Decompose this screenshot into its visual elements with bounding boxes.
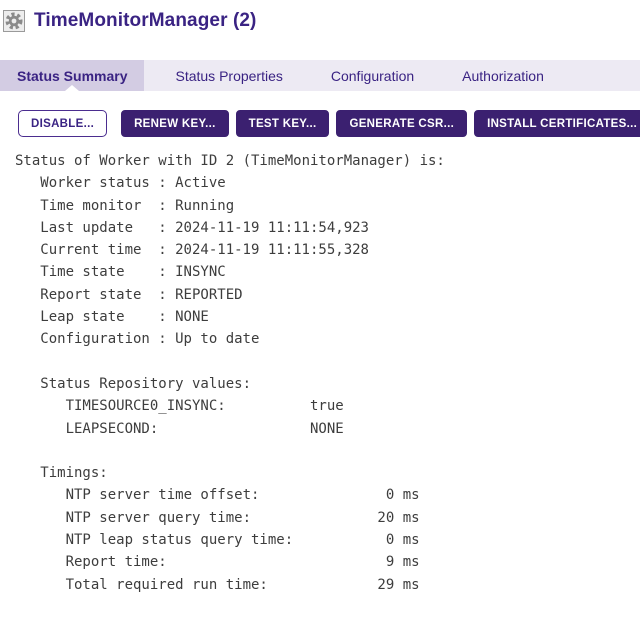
timing-unit: ms (403, 510, 420, 526)
tab-bar: Status Summary Status Properties Configu… (0, 60, 640, 91)
timing-label: NTP leap status query time: (66, 529, 344, 551)
kv-label: Current time (40, 239, 150, 261)
timing-row-ntp-server-query-time: NTP server query time:20 ms (15, 507, 640, 529)
kv-separator: : (150, 284, 175, 306)
timing-value: 29 (344, 574, 395, 596)
timing-value: 9 (344, 551, 395, 573)
timing-label: Total required run time: (66, 574, 344, 596)
timing-unit: ms (403, 554, 420, 570)
toolbar: DISABLE... RENEW KEY... TEST KEY... GENE… (18, 110, 640, 137)
kv-row-current-time: Current time:2024-11-19 11:11:55,328 (15, 239, 640, 261)
header: TimeMonitorManager (2) (0, 2, 640, 40)
tab-configuration[interactable]: Configuration (314, 60, 431, 91)
kv-value: Running (175, 198, 234, 214)
kv-separator: : (150, 217, 175, 239)
kv-separator: : (150, 261, 175, 283)
timing-row-report-time: Report time:9 ms (15, 551, 640, 573)
tab-authorization[interactable]: Authorization (445, 60, 561, 91)
timing-value: 0 (344, 529, 395, 551)
kv-label: Configuration (40, 328, 150, 350)
kv-separator: : (150, 195, 175, 217)
tab-status-properties[interactable]: Status Properties (158, 60, 299, 91)
repo-value: NONE (310, 421, 344, 437)
kv-value: Active (175, 175, 226, 191)
timing-label: NTP server query time: (66, 507, 344, 529)
repo-row-leapsecond: LEAPSECOND:NONE (15, 418, 640, 440)
active-tab-notch (65, 85, 79, 91)
repo-label: TIMESOURCE0_INSYNC: (66, 395, 310, 417)
kv-label: Leap state (40, 306, 150, 328)
kv-label: Last update (40, 217, 150, 239)
kv-value: 2024-11-19 11:11:54,923 (175, 220, 369, 236)
test-key-button[interactable]: TEST KEY... (236, 110, 330, 137)
kv-row-leap-state: Leap state:NONE (15, 306, 640, 328)
kv-separator: : (150, 328, 175, 350)
repo-label: LEAPSECOND: (66, 418, 310, 440)
timing-row-ntp-leap-status-query-time: NTP leap status query time:0 ms (15, 529, 640, 551)
blank-line (15, 440, 640, 462)
repo-value: true (310, 398, 344, 414)
generate-csr-button[interactable]: GENERATE CSR... (336, 110, 467, 137)
gear-icon (3, 10, 25, 32)
kv-value: Up to date (175, 331, 259, 347)
install-certificates-button[interactable]: INSTALL CERTIFICATES... (474, 110, 640, 137)
kv-label: Time monitor (40, 195, 150, 217)
kv-row-configuration: Configuration:Up to date (15, 328, 640, 350)
timings-heading: Timings: (15, 462, 640, 484)
status-heading: Status of Worker with ID 2 (TimeMonitorM… (15, 150, 640, 172)
tab-label: Configuration (331, 68, 414, 84)
kv-separator: : (150, 239, 175, 261)
worker-status-report: Status of Worker with ID 2 (TimeMonitorM… (15, 150, 640, 596)
kv-row-last-update: Last update:2024-11-19 11:11:54,923 (15, 217, 640, 239)
tab-label: Authorization (462, 68, 544, 84)
kv-row-worker-status: Worker status:Active (15, 172, 640, 194)
kv-value: INSYNC (175, 264, 226, 280)
tab-status-summary[interactable]: Status Summary (0, 60, 144, 91)
kv-separator: : (150, 306, 175, 328)
repo-row-timesource0-insync: TIMESOURCE0_INSYNC:true (15, 395, 640, 417)
renew-key-button[interactable]: RENEW KEY... (121, 110, 229, 137)
timing-unit: ms (403, 487, 420, 503)
tab-label: Status Properties (175, 68, 282, 84)
page-title: TimeMonitorManager (2) (34, 10, 256, 32)
kv-row-time-monitor: Time monitor:Running (15, 195, 640, 217)
kv-row-report-state: Report state:REPORTED (15, 284, 640, 306)
kv-label: Worker status (40, 172, 150, 194)
repository-heading: Status Repository values: (15, 373, 640, 395)
timing-label: NTP server time offset: (66, 484, 344, 506)
disable-button[interactable]: DISABLE... (18, 110, 107, 137)
kv-separator: : (150, 172, 175, 194)
timing-unit: ms (403, 532, 420, 548)
timing-label: Report time: (66, 551, 344, 573)
kv-label: Time state (40, 261, 150, 283)
timing-value: 20 (344, 507, 395, 529)
kv-value: NONE (175, 309, 209, 325)
kv-value: 2024-11-19 11:11:55,328 (175, 242, 369, 258)
timing-row-ntp-server-time-offset: NTP server time offset:0 ms (15, 484, 640, 506)
timing-unit: ms (403, 577, 420, 593)
timing-row-total-required-run-time: Total required run time:29 ms (15, 574, 640, 596)
blank-line (15, 351, 640, 373)
tab-label: Status Summary (17, 68, 127, 84)
kv-label: Report state (40, 284, 150, 306)
kv-value: REPORTED (175, 287, 242, 303)
timing-value: 0 (344, 484, 395, 506)
kv-row-time-state: Time state:INSYNC (15, 261, 640, 283)
